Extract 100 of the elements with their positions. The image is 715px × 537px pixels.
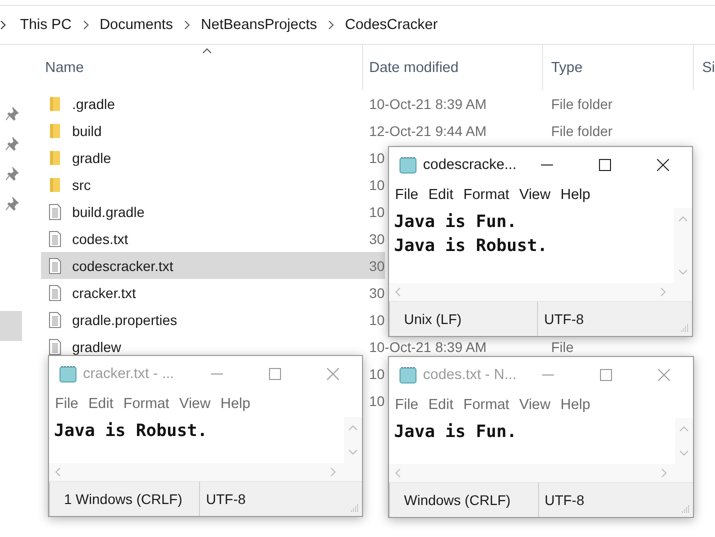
file-name: cracker.txt xyxy=(72,284,136,300)
scroll-left-icon[interactable] xyxy=(395,468,401,478)
text-area[interactable]: Java is Fun. Java is Robust. xyxy=(389,208,674,283)
pin-icon[interactable] xyxy=(5,197,19,211)
scroll-down-icon[interactable] xyxy=(678,269,688,275)
scroll-left-icon[interactable] xyxy=(55,467,61,477)
scroll-right-icon[interactable] xyxy=(330,467,336,477)
column-header[interactable]: Name xyxy=(41,45,364,90)
column-header[interactable]: Type xyxy=(543,45,694,90)
file-row[interactable]: build.gradle 10 xyxy=(41,198,386,225)
menu-item[interactable]: View xyxy=(519,187,550,203)
maximize-icon xyxy=(599,158,611,170)
file-row[interactable]: codes.txt 30 xyxy=(41,225,386,252)
maximize-icon xyxy=(600,368,612,380)
file-name: gradle xyxy=(72,150,112,166)
menu-item[interactable]: File xyxy=(395,187,418,203)
file-row[interactable]: codescracker.txt 30 xyxy=(41,252,386,279)
maximize-icon xyxy=(269,368,281,380)
date-modified: 30 xyxy=(369,284,385,300)
menu-item[interactable]: Help xyxy=(560,187,590,203)
file-row[interactable]: src 10 xyxy=(41,171,386,198)
file-name: build xyxy=(72,122,102,138)
text-line: Java is Robust. xyxy=(54,420,209,443)
folder-icon xyxy=(49,96,62,112)
status-text: UTF-8 xyxy=(199,482,356,516)
pin-icon[interactable] xyxy=(5,167,19,181)
file-type: File folder xyxy=(551,122,613,138)
scroll-down-icon[interactable] xyxy=(348,449,358,455)
breadcrumb-item[interactable]: This PC xyxy=(20,17,72,33)
close-icon xyxy=(657,158,669,170)
horizontal-scrollbar[interactable] xyxy=(49,463,362,482)
status-text: 1 Windows (CRLF) xyxy=(49,482,199,516)
file-name: src xyxy=(72,176,91,192)
file-row[interactable]: .gradle 10-Oct-21 8:39 AM File folder xyxy=(41,90,715,117)
vertical-scrollbar[interactable] xyxy=(675,418,693,464)
date-modified: 10 xyxy=(369,204,385,220)
horizontal-scrollbar[interactable] xyxy=(389,464,693,483)
document-icon xyxy=(49,312,62,328)
text-area[interactable]: Java is Robust. xyxy=(49,417,344,463)
resize-grip-icon[interactable] xyxy=(679,323,689,333)
column-header[interactable]: Date modified xyxy=(363,45,544,90)
folder-icon xyxy=(49,176,62,192)
menu-item[interactable]: Edit xyxy=(428,187,454,203)
pin-icon[interactable] xyxy=(5,107,19,121)
horizontal-scrollbar[interactable] xyxy=(389,283,692,302)
vertical-scrollbar[interactable] xyxy=(674,208,692,283)
file-row[interactable]: cracker.txt 30 xyxy=(41,279,386,306)
close-icon xyxy=(658,368,670,380)
file-name: .gradle xyxy=(72,96,115,112)
notepad-icon xyxy=(59,364,77,382)
date-modified: 12-Oct-21 9:44 AM xyxy=(369,122,487,138)
vertical-scrollbar[interactable] xyxy=(344,417,362,463)
status-text: Windows (CRLF) xyxy=(389,483,538,517)
document-icon xyxy=(49,258,62,274)
nav-highlight[interactable] xyxy=(0,311,22,341)
status-text: Unix (LF) xyxy=(389,302,538,336)
menu-item[interactable]: Format xyxy=(463,187,510,203)
chevron-icon xyxy=(0,20,6,30)
file-type: File folder xyxy=(551,96,613,112)
scroll-up-icon[interactable] xyxy=(348,425,358,431)
file-name: gradle.properties xyxy=(72,312,178,328)
file-row[interactable]: gradlew 10-Oct-21 8:39 AM File xyxy=(41,333,715,360)
scroll-left-icon[interactable] xyxy=(395,287,401,297)
date-modified: 30 xyxy=(369,230,385,246)
column-header[interactable]: Si xyxy=(694,45,715,90)
scroll-right-icon[interactable] xyxy=(660,287,666,297)
breadcrumb-item[interactable]: NetBeansProjects xyxy=(200,17,317,33)
resize-grip-icon[interactable] xyxy=(349,503,359,513)
scroll-down-icon[interactable] xyxy=(679,450,689,456)
file-name: gradlew xyxy=(72,338,122,354)
scroll-up-icon[interactable] xyxy=(679,426,689,432)
window-title: codescracke... xyxy=(423,156,516,172)
text-area[interactable]: Java is Fun. xyxy=(389,418,675,464)
document-icon xyxy=(49,204,62,220)
file-type: File xyxy=(551,338,574,354)
scroll-right-icon[interactable] xyxy=(661,468,667,478)
notepad-icon xyxy=(399,156,417,174)
window-title: cracker.txt - ... xyxy=(83,366,174,382)
date-modified: 30 xyxy=(369,258,385,274)
file-name: codescracker.txt xyxy=(72,258,174,274)
scroll-up-icon[interactable] xyxy=(678,216,688,222)
breadcrumb-item[interactable]: CodesCracker xyxy=(344,17,438,33)
notepad-icon xyxy=(399,366,417,384)
date-modified: 10-Oct-21 8:39 AM xyxy=(369,96,487,112)
document-icon xyxy=(49,230,62,246)
date-modified: 10 xyxy=(369,176,385,192)
document-icon xyxy=(49,284,62,300)
file-row[interactable]: gradle.properties 10 xyxy=(41,306,386,333)
breadcrumb-item[interactable]: Documents xyxy=(100,17,173,33)
text-line: Java is Robust. xyxy=(394,235,549,258)
chevron-icon xyxy=(82,20,89,30)
pin-icon[interactable] xyxy=(5,137,19,151)
folder-icon xyxy=(49,122,62,138)
resize-grip-icon[interactable] xyxy=(680,504,690,514)
text-line: Java is Fun. xyxy=(394,421,518,444)
file-row[interactable]: build 12-Oct-21 9:44 AM File folder xyxy=(41,117,715,144)
status-text: UTF-8 xyxy=(538,483,693,517)
file-row[interactable]: gradle 10 xyxy=(41,144,386,171)
file-name: build.gradle xyxy=(72,204,144,220)
window-title: codes.txt - N... xyxy=(423,366,516,382)
